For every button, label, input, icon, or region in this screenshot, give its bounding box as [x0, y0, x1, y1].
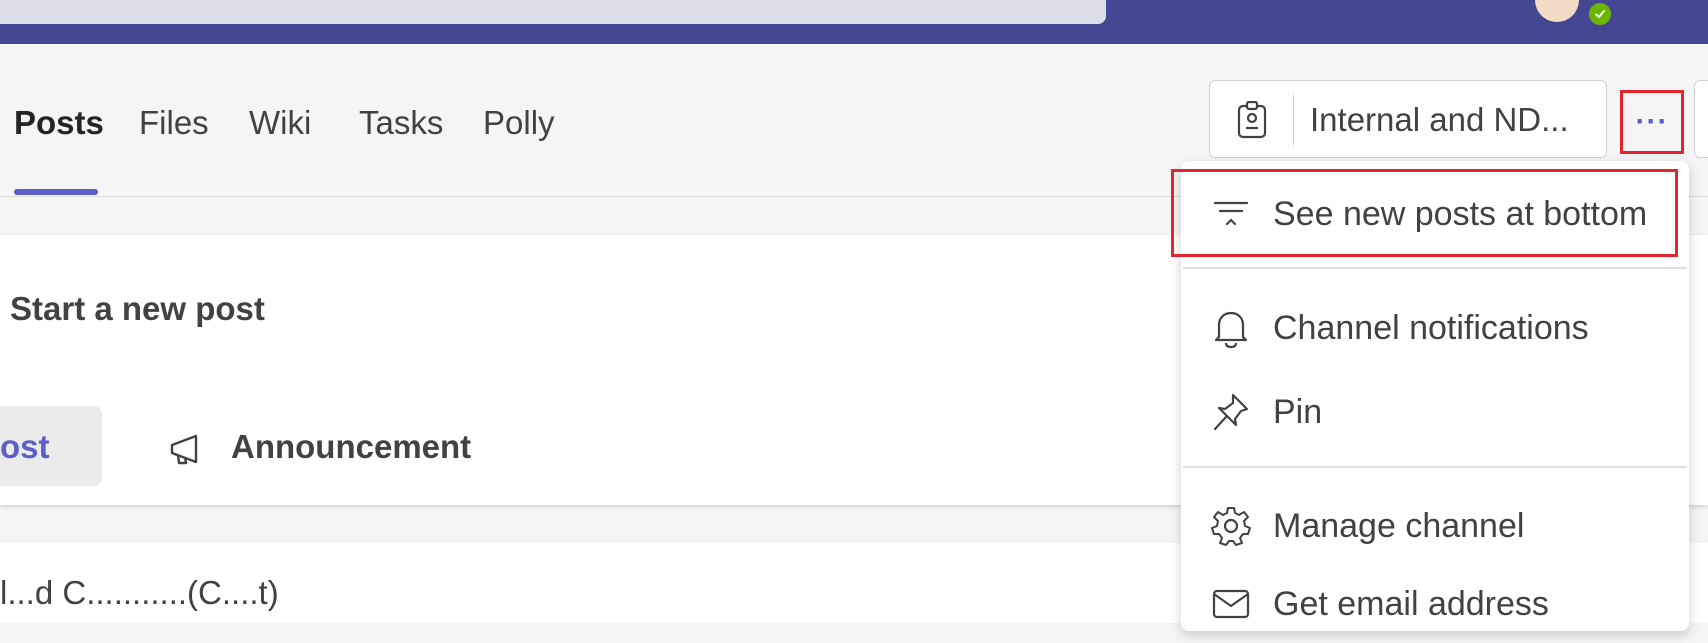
pin-icon — [1211, 391, 1251, 433]
gear-icon — [1211, 505, 1251, 547]
sensitivity-divider — [1293, 95, 1294, 145]
meet-button-partial[interactable] — [1694, 80, 1708, 158]
menu-item-manage-channel[interactable]: Manage channel — [1181, 487, 1689, 565]
menu-item-pin[interactable]: Pin — [1181, 373, 1689, 451]
active-tab-indicator — [14, 189, 98, 195]
search-bar[interactable] — [0, 0, 1106, 24]
badge-icon — [1236, 100, 1268, 139]
post-button-label: ost — [0, 428, 50, 465]
menu-item-get-email-address[interactable]: Get email address — [1181, 565, 1689, 643]
tab-posts[interactable]: Posts — [14, 104, 104, 142]
avatar[interactable] — [1535, 0, 1579, 22]
sensitivity-label-text: Internal and ND... — [1310, 101, 1569, 138]
app-top-bar — [0, 0, 1708, 44]
menu-item-label: Channel notifications — [1273, 309, 1589, 347]
announcement-button[interactable]: Announcement — [231, 428, 471, 466]
tab-polly[interactable]: Polly — [483, 104, 555, 142]
presence-available-icon — [1586, 0, 1614, 28]
menu-item-label: Pin — [1273, 393, 1323, 431]
megaphone-icon — [168, 430, 208, 470]
highlight-box — [1171, 169, 1678, 257]
feed-post-title: l...d C...........(C....t) — [0, 574, 279, 611]
sensitivity-label-button[interactable]: Internal and ND... — [1209, 80, 1607, 158]
tab-files[interactable]: Files — [139, 104, 209, 142]
start-new-post-label[interactable]: Start a new post — [10, 290, 265, 328]
menu-item-channel-notifications[interactable]: Channel notifications — [1181, 289, 1689, 367]
tab-wiki[interactable]: Wiki — [249, 104, 311, 142]
mail-icon — [1211, 583, 1251, 625]
more-options-icon: ··· — [1635, 105, 1669, 138]
more-options-button[interactable]: ··· — [1620, 90, 1684, 154]
menu-divider — [1183, 267, 1687, 269]
bell-icon — [1211, 307, 1251, 349]
menu-item-label: Manage channel — [1273, 507, 1525, 545]
menu-divider — [1183, 466, 1687, 468]
tab-tasks[interactable]: Tasks — [359, 104, 443, 142]
menu-item-label: Get email address — [1273, 585, 1549, 623]
